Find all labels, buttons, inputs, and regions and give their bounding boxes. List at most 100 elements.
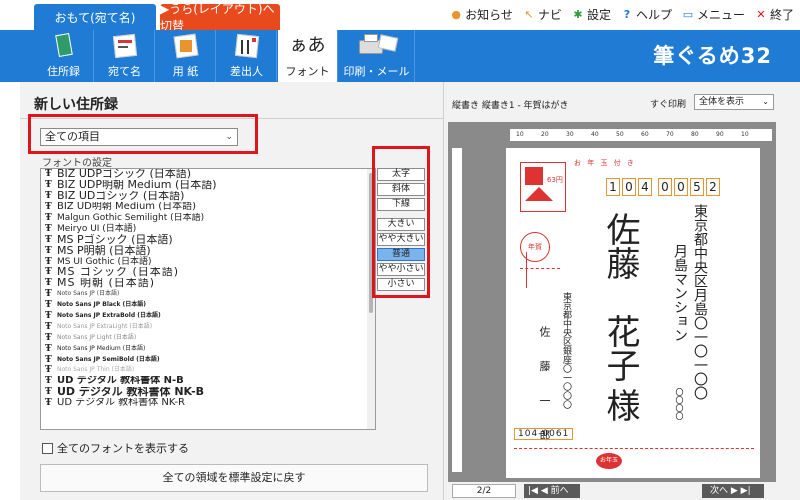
font-list-item[interactable]: Ŧ Noto Sans JP Thin (日本語): [41, 365, 375, 376]
preview-panel: 縦書き 縦書き1 - 年賀はがき すぐ印刷 全体を表示 ⌄ 10 20 30 40 50…: [444, 82, 800, 500]
preview-title: 縦書き 縦書き1 - 年賀はがき: [452, 101, 569, 111]
font-list-item[interactable]: Ŧ MS UI Gothic (日本語): [41, 256, 375, 267]
tab-front[interactable]: おもて(宛て名): [34, 4, 156, 30]
font-list-item[interactable]: Ŧ Malgun Gothic Semilight (日本語): [41, 213, 375, 224]
font-list-item[interactable]: Ŧ MS Pゴシック (日本語): [41, 234, 375, 245]
reset-all-button[interactable]: 全ての領域を標準設定に戻す: [40, 464, 428, 492]
font-list-item[interactable]: Ŧ BIZ UDPゴシック (日本語): [41, 169, 375, 180]
postal-code-digit: 1: [606, 178, 620, 196]
show-all-fonts-checkbox[interactable]: 全てのフォントを表示する: [42, 440, 189, 456]
font-name: MS Pゴシック (日本語): [57, 234, 173, 246]
prev-button[interactable]: |◀ ◀ 前へ: [524, 484, 580, 498]
font-name: MS UI Gothic (日本語): [57, 256, 152, 267]
font-list-item[interactable]: Ŧ UD デジタル 教科書体 NK-R: [41, 398, 375, 409]
ruler-mark: 80: [691, 131, 699, 138]
page-title: 新しい住所録: [34, 97, 118, 113]
truetype-icon: Ŧ: [45, 191, 52, 202]
font-list-item[interactable]: Ŧ Noto Sans JP Black (日本語): [41, 300, 375, 311]
font-list-item[interactable]: Ŧ MS 明朝 (日本語): [41, 278, 375, 289]
truetype-icon: Ŧ: [45, 180, 52, 191]
truetype-icon: Ŧ: [45, 398, 52, 409]
font-name: Noto Sans JP SemiBold (日本語): [57, 355, 160, 363]
recipient-icon: [110, 32, 140, 60]
lottery-area: お年玉: [514, 448, 754, 472]
font-list-item[interactable]: Ŧ Noto Sans JP Light (日本語): [41, 332, 375, 343]
top-menu: ● お知らせ ↖ ナビ ✱ 設定 ? ヘルプ ▭ メニュー ✕ 終了: [450, 6, 794, 23]
gear-icon: ✱: [573, 7, 583, 21]
help-icon: ?: [623, 7, 631, 21]
next-button[interactable]: 次へ ▶ ▶|: [702, 484, 764, 498]
truetype-icon: Ŧ: [45, 267, 52, 278]
ruler-mark: 10: [516, 131, 524, 138]
ruler-mark: 20: [541, 131, 549, 138]
font-list-item[interactable]: Ŧ UD デジタル 教科書体 N-B: [41, 376, 375, 387]
ribbon-font[interactable]: ぁあ フォント: [278, 30, 338, 82]
sender-icon: [232, 32, 262, 60]
font-list[interactable]: Ŧ BIZ UDPゴシック (日本語) Ŧ BIZ UDP明朝 Medium (日本語…: [40, 168, 376, 430]
postal-code-digit: 0: [622, 178, 636, 196]
font-list-item[interactable]: Ŧ BIZ UDP明朝 Medium (日本語): [41, 180, 375, 191]
font-list-item[interactable]: Ŧ MS ゴシック (日本語): [41, 267, 375, 278]
truetype-icon: Ŧ: [45, 354, 52, 365]
truetype-icon: Ŧ: [45, 245, 52, 256]
ribbon-address-book[interactable]: 住所録: [34, 30, 94, 82]
font-list-item[interactable]: Ŧ Noto Sans JP ExtraLight (日本語): [41, 321, 375, 332]
font-name: Noto Sans JP Thin (日本語): [57, 366, 135, 374]
ruler-mark: 10: [741, 131, 749, 138]
address-book-icon: [49, 32, 79, 60]
menu-help[interactable]: ? ヘルプ: [621, 6, 672, 23]
font-list-item[interactable]: Ŧ Noto Sans JP SemiBold (日本語): [41, 354, 375, 365]
truetype-icon: Ŧ: [45, 343, 52, 354]
font-name: Meiryo UI (日本語): [57, 223, 137, 234]
font-name: Noto Sans JP ExtraLight (日本語): [57, 322, 153, 330]
font-list-item[interactable]: Ŧ Noto Sans JP ExtraBold (日本語): [41, 311, 375, 322]
truetype-icon: Ŧ: [45, 202, 52, 213]
menu-exit[interactable]: ✕ 終了: [755, 6, 794, 23]
sender-address: 東京都中央区銀座〇一〇〇〇: [561, 292, 571, 409]
font-name: MS 明朝 (日本語): [57, 277, 156, 289]
ribbon-print-mail[interactable]: 印刷・メール: [339, 30, 415, 82]
font-name: BIZ UDP明朝 Medium (日本語): [57, 179, 217, 191]
navi-icon: ↖: [524, 7, 534, 21]
font-list-item[interactable]: Ŧ Noto Sans JP Medium (日本語): [41, 343, 375, 354]
vertical-ruler: [452, 148, 462, 472]
ribbon-recipient[interactable]: 宛て名: [95, 30, 155, 82]
postcard-preview[interactable]: お 年 玉 付 き 63円 1040052 年賀 東京都中央区月島〇一〇一〇〇 …: [506, 148, 760, 478]
menu-settings[interactable]: ✱ 設定: [572, 6, 611, 23]
top-bar: おもて(宛て名) ▶うら(レイアウト)へ切替 ● お知らせ ↖ ナビ ✱ 設定 ? ヘル…: [0, 0, 800, 33]
stamp-price: 63円: [547, 176, 563, 184]
font-name: Noto Sans JP ExtraBold (日本語): [57, 312, 161, 320]
truetype-icon: Ŧ: [45, 169, 52, 180]
postal-code-boxes: 1040052: [606, 178, 720, 196]
truetype-icon: Ŧ: [45, 311, 52, 322]
menu-news[interactable]: ● お知らせ: [450, 6, 513, 23]
font-list-item[interactable]: Ŧ Meiryo UI (日本語): [41, 223, 375, 234]
font-list-item[interactable]: Ŧ UD デジタル 教科書体 NK-B: [41, 387, 375, 398]
app-logo: 筆ぐるめ32: [653, 44, 772, 68]
font-icon: ぁあ: [289, 35, 326, 56]
menu-navi[interactable]: ↖ ナビ: [523, 6, 562, 23]
font-list-item[interactable]: Ŧ Noto Sans JP (日本語): [41, 289, 375, 300]
truetype-icon: Ŧ: [45, 234, 52, 245]
postal-code-digit: 5: [690, 178, 704, 196]
postal-code-digit: 0: [674, 178, 688, 196]
ruler-mark: 30: [566, 131, 574, 138]
nenga-mark: 年賀: [520, 232, 550, 262]
ribbon-sender[interactable]: 差出人: [217, 30, 277, 82]
zoom-select[interactable]: 全体を表示 ⌄: [694, 94, 774, 110]
ribbon-paper[interactable]: 用 紙: [156, 30, 216, 82]
decor-line: [526, 252, 527, 288]
recipient-family-name: 佐藤: [600, 212, 640, 280]
font-name: MS ゴシック (日本語): [57, 267, 180, 278]
recipient-given-name: 花子: [600, 314, 640, 382]
truetype-icon: Ŧ: [45, 289, 52, 300]
font-list-item[interactable]: Ŧ BIZ UD明朝 Medium (日本語): [41, 202, 375, 213]
ruler-mark: 40: [591, 131, 599, 138]
font-name: Malgun Gothic Semilight (日本語): [57, 213, 205, 223]
checkbox-box[interactable]: [42, 442, 53, 454]
menu-menu[interactable]: ▭ メニュー: [682, 6, 745, 23]
postal-code-digit: 4: [638, 178, 652, 196]
font-list-item[interactable]: Ŧ MS P明朝 (日本語): [41, 245, 375, 256]
font-list-item[interactable]: Ŧ BIZ UDゴシック (日本語): [41, 191, 375, 202]
tab-back-switch[interactable]: ▶うら(レイアウト)へ切替: [160, 2, 280, 33]
